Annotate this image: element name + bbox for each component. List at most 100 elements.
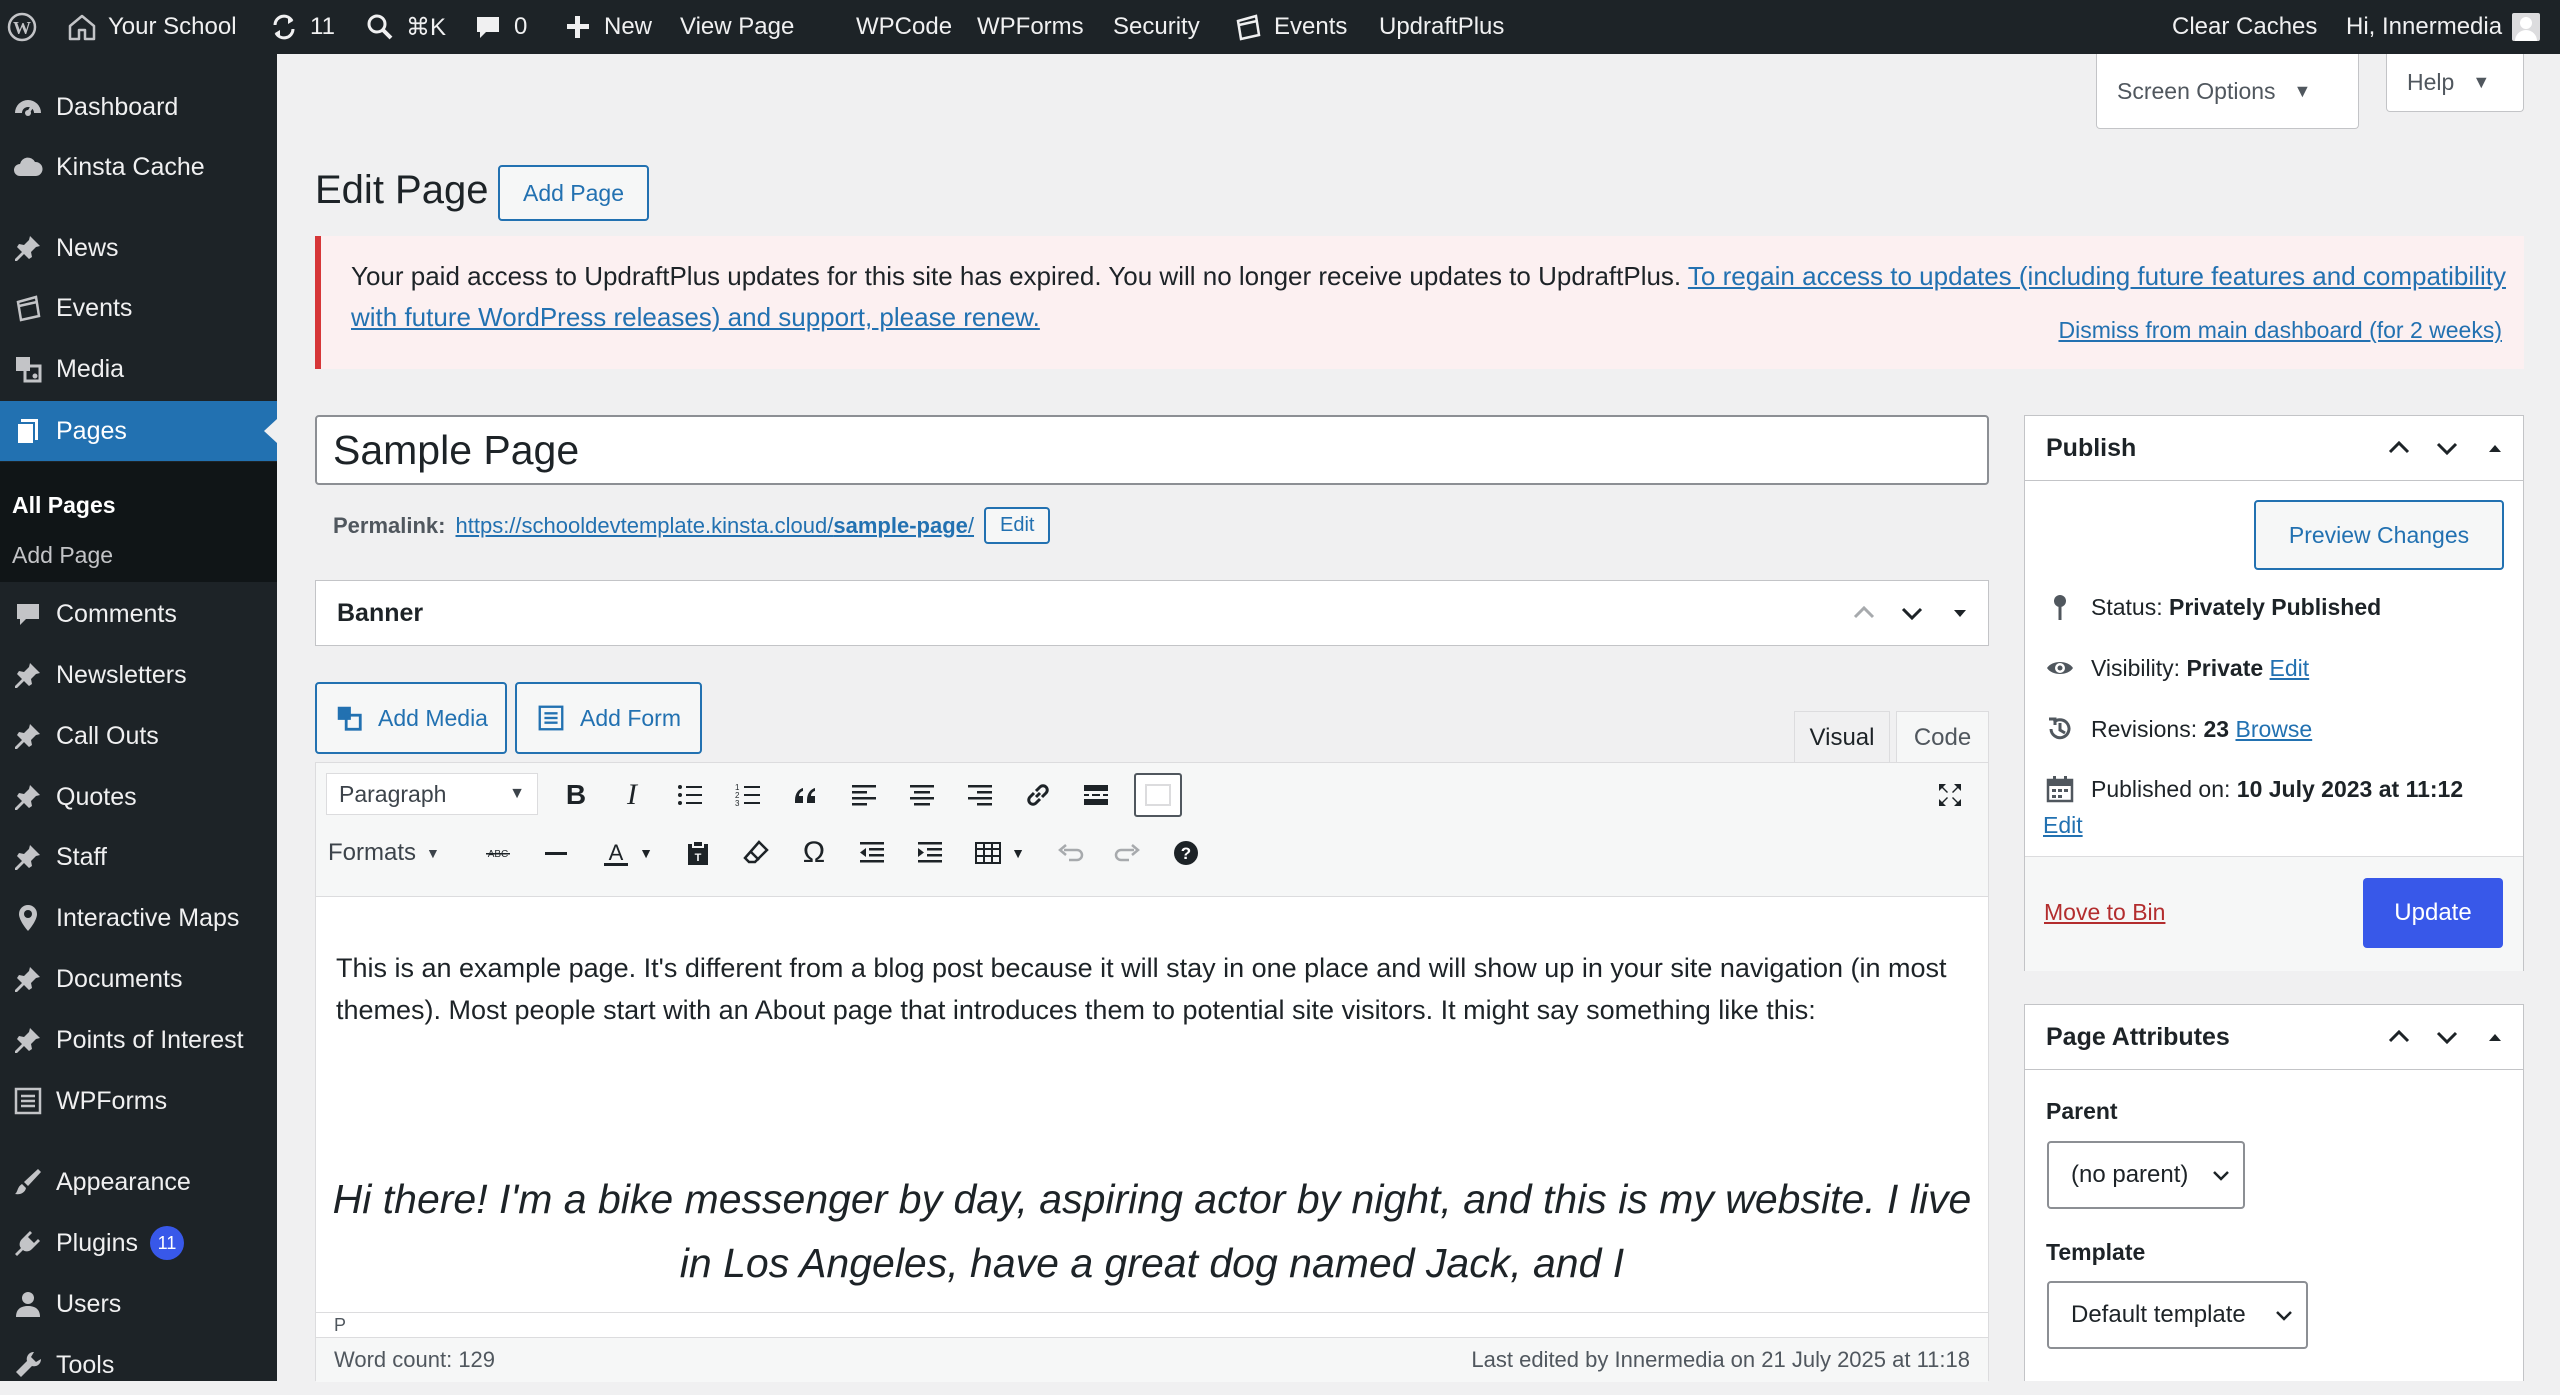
menu-item-comments[interactable]: Comments — [0, 584, 277, 644]
published-edit-link[interactable]: Edit — [2043, 812, 2083, 839]
chevron-up-icon[interactable] — [1850, 599, 1878, 627]
preview-changes-button[interactable]: Preview Changes — [2254, 500, 2504, 570]
command-palette-button[interactable]: ⌘K — [364, 0, 446, 54]
menu-item-news[interactable]: News — [0, 218, 277, 278]
submenu-add-page[interactable]: Add Page — [12, 542, 113, 569]
parent-select[interactable]: (no parent) — [2047, 1141, 2245, 1209]
wpforms-link[interactable]: WPForms — [977, 0, 1084, 54]
menu-item-interactive-maps[interactable]: Interactive Maps — [0, 888, 277, 948]
toggle-panel-icon[interactable] — [2481, 1023, 2509, 1051]
browse-revisions-link[interactable]: Browse — [2235, 716, 2312, 742]
menu-label: News — [56, 233, 119, 262]
align-right-button[interactable] — [962, 777, 998, 813]
site-name-link[interactable]: Your School — [66, 0, 237, 54]
chevron-down-icon[interactable] — [2433, 434, 2461, 462]
menu-item-points-of-interest[interactable]: Points of Interest — [0, 1010, 277, 1070]
template-select[interactable]: Default template — [2047, 1281, 2308, 1349]
chevron-down-icon[interactable] — [1898, 599, 1926, 627]
post-title-input[interactable] — [315, 415, 1989, 485]
add-form-button[interactable]: Add Form — [515, 682, 702, 754]
menu-item-quotes[interactable]: Quotes — [0, 767, 277, 827]
tab-code[interactable]: Code — [1896, 711, 1989, 763]
brush-icon — [15, 1169, 41, 1195]
move-to-bin-link[interactable]: Move to Bin — [2044, 899, 2165, 926]
screen-options-button[interactable]: Screen Options ▼ — [2096, 54, 2359, 129]
menu-item-media[interactable]: Media — [0, 339, 277, 399]
chevron-up-icon[interactable] — [2385, 1023, 2413, 1051]
add-media-button[interactable]: Add Media — [315, 682, 507, 754]
paste-text-button[interactable]: T — [680, 835, 716, 871]
submenu-all-pages[interactable]: All Pages — [12, 492, 116, 519]
menu-item-dashboard[interactable]: Dashboard — [0, 77, 277, 137]
permalink-edit-button[interactable]: Edit — [984, 507, 1051, 544]
dismiss-notice-link[interactable]: Dismiss from main dashboard (for 2 weeks… — [2058, 316, 2502, 344]
menu-item-staff[interactable]: Staff — [0, 827, 277, 887]
read-more-button[interactable] — [1078, 777, 1114, 813]
menu-item-appearance[interactable]: Appearance — [0, 1152, 277, 1212]
visibility-edit-link[interactable]: Edit — [2270, 655, 2310, 681]
my-account-link[interactable]: Hi, Innermedia — [2346, 0, 2541, 54]
align-center-button[interactable] — [904, 777, 940, 813]
align-left-button[interactable] — [846, 777, 882, 813]
indent-icon — [918, 842, 942, 863]
add-page-button[interactable]: Add Page — [498, 165, 649, 221]
security-link[interactable]: Security — [1113, 0, 1200, 54]
comments-link[interactable]: 0 — [472, 0, 527, 54]
chevron-down-icon[interactable] — [2433, 1023, 2461, 1051]
toolbar-toggle-button[interactable] — [1134, 773, 1182, 817]
history-icon — [2049, 717, 2071, 740]
redo-button[interactable] — [1110, 835, 1146, 871]
help-button[interactable]: Help ▼ — [2386, 54, 2524, 112]
fullscreen-button[interactable] — [1932, 777, 1968, 813]
menu-item-wpforms[interactable]: WPForms — [0, 1071, 277, 1131]
block-format-select[interactable]: Paragraph ▼ — [326, 773, 538, 815]
formats-menu-button[interactable]: Formats ▼ — [328, 835, 440, 871]
paste-icon: T — [688, 840, 708, 865]
permalink-row: Permalink: https://schooldevtemplate.kin… — [333, 507, 1051, 544]
editor-content[interactable]: This is an example page. It's different … — [316, 897, 1988, 1312]
clear-caches-link[interactable]: Clear Caches — [2172, 0, 2317, 54]
toggle-panel-icon[interactable] — [2481, 434, 2509, 462]
menu-item-documents[interactable]: Documents — [0, 949, 277, 1009]
blockquote-button[interactable] — [788, 777, 824, 813]
menu-item-plugins[interactable]: Plugins 11 — [0, 1213, 277, 1273]
menu-label: Media — [56, 354, 125, 383]
wpcode-link[interactable]: WPCode — [856, 0, 952, 54]
permalink-link[interactable]: https://schooldevtemplate.kinsta.cloud/s… — [456, 513, 975, 539]
events-link[interactable]: Events — [1232, 0, 1347, 54]
updates-link[interactable]: 11 — [268, 0, 335, 54]
new-content-link[interactable]: New — [562, 0, 652, 54]
menu-item-newsletters[interactable]: Newsletters — [0, 645, 277, 705]
indent-button[interactable] — [912, 835, 948, 871]
insert-link-button[interactable] — [1020, 777, 1056, 813]
tab-visual[interactable]: Visual — [1794, 711, 1890, 763]
menu-item-events[interactable]: Events — [0, 278, 277, 338]
home-icon — [68, 14, 96, 41]
wordpress-logo-button[interactable]: W — [6, 0, 38, 54]
menu-item-call-outs[interactable]: Call Outs — [0, 706, 277, 766]
view-page-link[interactable]: View Page — [680, 0, 794, 54]
pin-icon — [15, 785, 40, 810]
italic-button[interactable]: I — [614, 777, 650, 813]
undo-button[interactable] — [1052, 835, 1088, 871]
bullet-list-button[interactable] — [672, 777, 708, 813]
horizontal-line-icon — [545, 852, 567, 855]
text-color-button[interactable]: A ▼ — [592, 835, 662, 871]
strikethrough-button[interactable]: ABC — [480, 835, 516, 871]
bold-button[interactable]: B — [558, 777, 594, 813]
updraftplus-link[interactable]: UpdraftPlus — [1379, 0, 1504, 54]
special-character-button[interactable]: Ω — [796, 835, 832, 871]
horizontal-line-button[interactable] — [538, 835, 574, 871]
outdent-button[interactable] — [854, 835, 890, 871]
chevron-up-icon[interactable] — [2385, 434, 2413, 462]
numbered-list-button[interactable]: 123 — [730, 777, 766, 813]
menu-item-tools[interactable]: Tools — [0, 1335, 277, 1395]
clear-formatting-button[interactable] — [738, 835, 774, 871]
update-button[interactable]: Update — [2363, 878, 2503, 948]
menu-item-kinsta-cache[interactable]: Kinsta Cache — [0, 137, 277, 197]
toggle-panel-icon[interactable] — [1946, 599, 1974, 627]
menu-item-users[interactable]: Users — [0, 1274, 277, 1334]
menu-item-pages[interactable]: Pages — [0, 401, 277, 461]
table-button[interactable]: ▼ — [964, 835, 1034, 871]
keyboard-shortcuts-button[interactable]: ? — [1168, 835, 1204, 871]
